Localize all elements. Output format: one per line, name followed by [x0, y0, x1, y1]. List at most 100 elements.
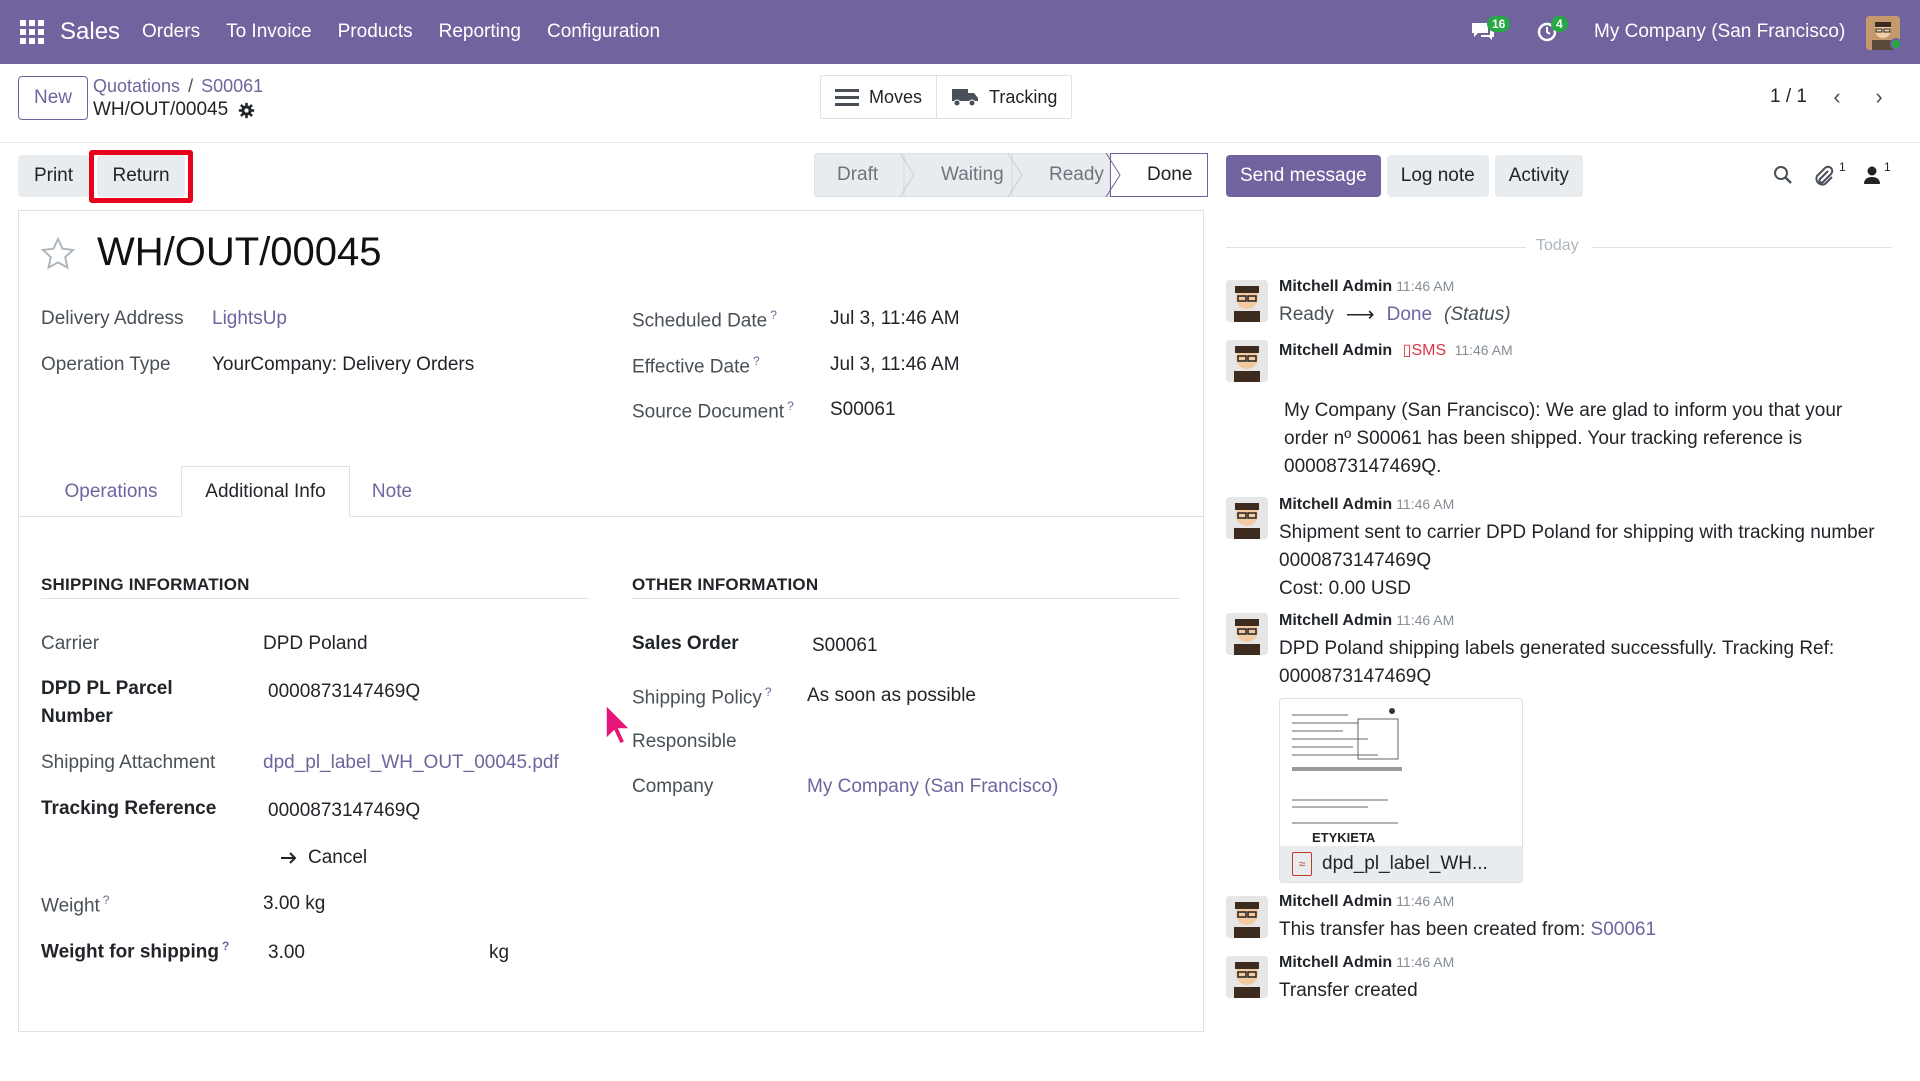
tracking-label: Tracking: [989, 86, 1058, 107]
mouse-cursor-icon: [605, 703, 632, 745]
help-icon[interactable]: ?: [787, 399, 794, 413]
top-navbar: Sales Orders To Invoice Products Reporti…: [0, 0, 1920, 64]
messages-badge: 16: [1487, 16, 1511, 32]
breadcrumb: Quotations / S00061: [93, 76, 263, 97]
followers-icon[interactable]: [1863, 165, 1881, 185]
today-divider-right: [1592, 247, 1892, 248]
attachments-count: 1: [1839, 160, 1846, 174]
tracking-reference-label: Tracking Reference: [41, 798, 217, 819]
moves-button[interactable]: Moves: [821, 76, 936, 118]
sales-order-value[interactable]: S00061: [812, 635, 878, 657]
message-author: Mitchell Admin 11:46 AM: [1279, 612, 1455, 629]
tab-operations[interactable]: Operations: [42, 466, 180, 517]
tab-note[interactable]: Note: [352, 466, 432, 517]
help-icon[interactable]: ?: [770, 308, 777, 322]
shipping-policy-value[interactable]: As soon as possible: [807, 685, 976, 707]
paperclip-icon[interactable]: [1813, 165, 1835, 187]
activity-button[interactable]: Activity: [1494, 155, 1583, 197]
responsible-label: Responsible: [632, 731, 737, 752]
delivery-address-value[interactable]: LightsUp: [212, 308, 287, 330]
weight-shipping-label: Weight for shipping?: [41, 939, 230, 963]
pager-value[interactable]: 1 / 1: [1770, 86, 1807, 108]
carrier-value[interactable]: DPD Poland: [263, 633, 368, 655]
avatar: [1226, 497, 1268, 539]
search-icon[interactable]: [1773, 165, 1793, 185]
tracking-button[interactable]: Tracking: [936, 76, 1071, 118]
activities-badge: 4: [1551, 16, 1568, 32]
message-author: Mitchell Admin 11:46 AM: [1279, 893, 1455, 910]
company-switcher[interactable]: My Company (San Francisco): [1594, 21, 1845, 43]
help-icon[interactable]: ?: [103, 893, 110, 907]
carrier-label: Carrier: [41, 633, 100, 654]
parcel-number-label-line2: Number: [41, 706, 113, 727]
help-icon[interactable]: ?: [753, 354, 760, 368]
new-button[interactable]: New: [18, 76, 88, 120]
order-link[interactable]: S00061: [1591, 919, 1657, 940]
delivery-address-label: Delivery Address: [41, 308, 184, 329]
today-label: Today: [1536, 237, 1579, 254]
menu-to-invoice[interactable]: To Invoice: [226, 21, 312, 43]
chevron-left-icon[interactable]: ‹: [1818, 78, 1856, 116]
parcel-number-value[interactable]: 0000873147469Q: [268, 681, 420, 703]
message-body: DPD Poland shipping labels generated suc…: [1279, 638, 1835, 687]
chatter-buttons: Send message Log note Activity: [1226, 155, 1583, 197]
label-thumbnail: [1288, 705, 1408, 845]
pdf-icon: ≈: [1292, 852, 1312, 876]
chevron-right-icon[interactable]: ›: [1860, 78, 1898, 116]
today-divider-left: [1226, 247, 1526, 248]
thumbnail-text: ETYKIETA: [1312, 830, 1376, 845]
top-menu: Orders To Invoice Products Reporting Con…: [142, 21, 686, 43]
arrow-right-icon: [281, 852, 297, 864]
message-author: Mitchell Admin ▯SMS 11:46 AM: [1279, 342, 1513, 359]
tab-additional-info[interactable]: Additional Info: [181, 466, 350, 517]
menu-configuration[interactable]: Configuration: [547, 21, 660, 43]
app-name[interactable]: Sales: [60, 18, 120, 46]
attachment-name[interactable]: dpd_pl_label_WH...: [1322, 853, 1488, 875]
record-title: WH/OUT/00045: [93, 99, 229, 120]
sales-order-label: Sales Order: [632, 633, 739, 654]
moves-label: Moves: [869, 86, 923, 107]
app-menu-icon[interactable]: [20, 20, 44, 44]
scheduled-date-value[interactable]: Jul 3, 11:46 AM: [830, 308, 960, 330]
message-body: Ready ⟶ Done (Status): [1279, 301, 1511, 329]
breadcrumb-quotations[interactable]: Quotations: [93, 76, 180, 96]
smart-buttons: Moves Tracking: [820, 75, 1073, 119]
avatar: [1226, 340, 1268, 382]
record-name: WH/OUT/00045: [93, 99, 255, 121]
weight-label: Weight?: [41, 893, 110, 917]
operation-type-value[interactable]: YourCompany: Delivery Orders: [212, 354, 474, 376]
gear-icon[interactable]: [238, 102, 255, 119]
breadcrumb-separator: /: [188, 76, 194, 96]
weight-shipping-unit: kg: [489, 942, 510, 963]
shipping-policy-label: Shipping Policy?: [632, 685, 772, 709]
arrow-right-icon: ⟶: [1345, 304, 1375, 326]
help-icon[interactable]: ?: [222, 939, 229, 953]
status-chevrons: [899, 153, 1121, 197]
menu-reporting[interactable]: Reporting: [439, 21, 521, 43]
menu-orders[interactable]: Orders: [142, 21, 200, 43]
log-note-button[interactable]: Log note: [1386, 155, 1489, 197]
truck-icon: [952, 89, 979, 107]
effective-date-value: Jul 3, 11:46 AM: [830, 354, 960, 375]
shipping-attachment-link[interactable]: dpd_pl_label_WH_OUT_00045.pdf: [263, 752, 559, 774]
star-icon[interactable]: [40, 236, 76, 272]
source-document-value[interactable]: S00061: [830, 399, 896, 421]
return-highlight-box: [89, 150, 193, 203]
company-value[interactable]: My Company (San Francisco): [807, 776, 1058, 798]
company-label: Company: [632, 776, 714, 797]
menu-products[interactable]: Products: [338, 21, 413, 43]
weight-shipping-input[interactable]: 3.00: [268, 942, 305, 964]
attachment-card[interactable]: ETYKIETA ≈ dpd_pl_label_WH...: [1279, 698, 1523, 883]
help-icon[interactable]: ?: [765, 685, 772, 699]
message-body: Shipment sent to carrier DPD Poland for …: [1279, 522, 1875, 599]
tracking-reference-value[interactable]: 0000873147469Q: [268, 800, 420, 822]
list-icon: [835, 89, 859, 106]
message-author: Mitchell Admin 11:46 AM: [1279, 954, 1455, 971]
cancel-shipment-button[interactable]: Cancel: [280, 847, 367, 869]
send-message-button[interactable]: Send message: [1226, 155, 1381, 197]
followers-count: 1: [1884, 160, 1891, 174]
weight-value: 3.00 kg: [263, 893, 326, 914]
print-button[interactable]: Print: [18, 155, 89, 197]
breadcrumb-order[interactable]: S00061: [201, 76, 263, 96]
message-author: Mitchell Admin 11:46 AM: [1279, 496, 1455, 513]
